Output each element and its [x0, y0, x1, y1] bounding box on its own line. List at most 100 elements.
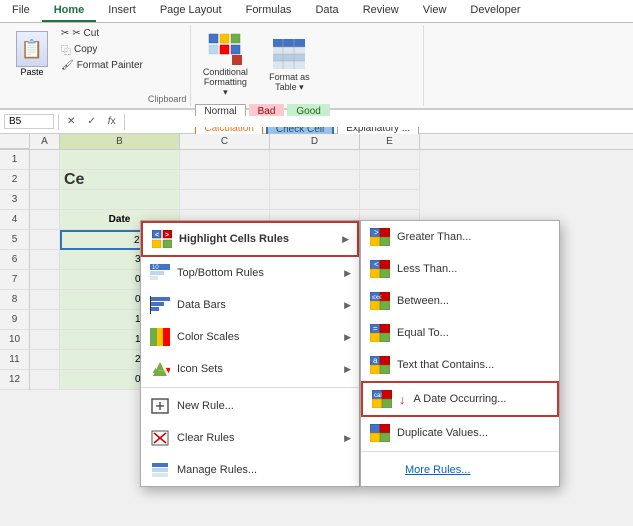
tab-page-layout[interactable]: Page Layout: [148, 0, 234, 22]
submenu-item-equal-to[interactable]: = Equal To...: [361, 317, 559, 349]
cell-a5[interactable]: [30, 230, 60, 250]
more-rules-placeholder-icon: [369, 459, 391, 481]
tab-home[interactable]: Home: [42, 0, 97, 22]
table-row: 1: [0, 150, 633, 170]
cell-d1[interactable]: [270, 150, 360, 170]
menu-item-top-bottom-rules[interactable]: 10 Top/Bottom Rules ▶: [141, 257, 359, 289]
color-scales-icon: [149, 326, 171, 348]
tab-formulas[interactable]: Formulas: [234, 0, 304, 22]
cell-e2[interactable]: [360, 170, 420, 190]
menu-item-data-bars[interactable]: Data Bars ▶: [141, 289, 359, 321]
svg-text:>: >: [374, 228, 379, 237]
manage-rules-label: Manage Rules...: [177, 464, 351, 476]
cell-a7[interactable]: [30, 270, 60, 290]
menu-item-new-rule[interactable]: New Rule...: [141, 390, 359, 422]
cell-e1[interactable]: [360, 150, 420, 170]
cell-a10[interactable]: [30, 330, 60, 350]
clipboard-group: 📋 Paste ✂ ✂ Cut ⿻ Copy 🖌 Format Painter …: [4, 25, 191, 106]
row-num: 12: [0, 370, 30, 390]
formula-input[interactable]: [129, 116, 629, 127]
confirm-formula-button[interactable]: ✓: [83, 116, 99, 127]
table-row: 2 Ce: [0, 170, 633, 190]
date-occurring-arrow-icon: ↓: [399, 392, 406, 407]
cell-a3[interactable]: [30, 190, 60, 210]
highlight-cells-rules-icon: < >: [151, 228, 173, 250]
tab-review[interactable]: Review: [351, 0, 411, 22]
insert-function-button[interactable]: fx: [104, 116, 120, 127]
cell-b2[interactable]: Ce: [60, 170, 180, 190]
row-num: 4: [0, 210, 30, 230]
tab-file[interactable]: File: [0, 0, 42, 22]
cut-button[interactable]: ✂ ✂ Cut: [58, 27, 146, 40]
copy-button[interactable]: ⿻ Copy: [58, 41, 146, 58]
greater-than-label: Greater Than...: [397, 231, 471, 243]
cell-reference-input[interactable]: [4, 114, 54, 129]
main-menu: < > Highlight Cells Rules ▶ 10: [140, 220, 360, 487]
format-as-table-button[interactable]: Format as Table ▾: [259, 32, 319, 97]
conditional-formatting-dropdown: < > Highlight Cells Rules ▶ 10: [140, 220, 360, 487]
submenu-item-between[interactable]: ≤x≤ Between...: [361, 285, 559, 317]
copy-icon: ⿻: [61, 42, 71, 57]
submenu-item-greater-than[interactable]: > Greater Than...: [361, 221, 559, 253]
svg-text:≤x≤: ≤x≤: [372, 295, 382, 301]
row-num: 3: [0, 190, 30, 210]
less-than-icon: <: [369, 258, 391, 280]
tab-data[interactable]: Data: [303, 0, 350, 22]
cell-d3[interactable]: [270, 190, 360, 210]
cell-c1[interactable]: [180, 150, 270, 170]
paste-button[interactable]: 📋 Paste: [8, 27, 56, 81]
submenu-item-text-contains[interactable]: a Text that Contains...: [361, 349, 559, 381]
cell-e3[interactable]: [360, 190, 420, 210]
format-as-table-label: Format as Table ▾: [266, 72, 312, 93]
col-header-b: B: [60, 134, 180, 149]
menu-item-icon-sets[interactable]: ▲ — ▼ Icon Sets ▶: [141, 353, 359, 385]
more-rules-label[interactable]: More Rules...: [397, 460, 478, 480]
menu-item-color-scales[interactable]: Color Scales ▶: [141, 321, 359, 353]
svg-text:<: <: [155, 232, 159, 239]
submenu-divider: [361, 451, 559, 452]
tab-view[interactable]: View: [411, 0, 459, 22]
menu-item-highlight-cells-rules[interactable]: < > Highlight Cells Rules ▶: [141, 221, 359, 257]
data-bars-arrow: ▶: [344, 300, 351, 311]
data-bars-label: Data Bars: [177, 299, 338, 311]
clipboard-sub: ✂ ✂ Cut ⿻ Copy 🖌 Format Painter: [58, 27, 146, 72]
cell-c2[interactable]: [180, 170, 270, 190]
clipboard-group-label: Clipboard: [148, 94, 187, 104]
cell-a8[interactable]: [30, 290, 60, 310]
cell-b3[interactable]: [60, 190, 180, 210]
cell-d2[interactable]: [270, 170, 360, 190]
duplicate-values-icon: [369, 422, 391, 444]
menu-item-clear-rules[interactable]: Clear Rules ▶: [141, 422, 359, 454]
manage-rules-icon: [149, 459, 171, 481]
color-scales-arrow: ▶: [344, 332, 351, 343]
format-painter-button[interactable]: 🖌 Format Painter: [58, 59, 146, 72]
tab-developer[interactable]: Developer: [458, 0, 532, 22]
submenu-item-date-occurring[interactable]: cal ↓ A Date Occurring...: [361, 381, 559, 417]
svg-text:>: >: [165, 232, 169, 239]
cell-c3[interactable]: [180, 190, 270, 210]
cell-a9[interactable]: [30, 310, 60, 330]
menu-item-manage-rules[interactable]: Manage Rules...: [141, 454, 359, 486]
submenu-item-duplicate-values[interactable]: Duplicate Values...: [361, 417, 559, 449]
cancel-formula-button[interactable]: ✕: [63, 116, 79, 127]
cell-a12[interactable]: [30, 370, 60, 390]
svg-text:a: a: [373, 356, 378, 365]
row-num: 11: [0, 350, 30, 370]
cell-a4[interactable]: [30, 210, 60, 230]
cell-a11[interactable]: [30, 350, 60, 370]
cell-a2[interactable]: [30, 170, 60, 190]
submenu-item-less-than[interactable]: < Less Than...: [361, 253, 559, 285]
conditional-formatting-button[interactable]: Conditional Formatting ▾: [195, 27, 255, 102]
column-headers: A B C D E: [0, 134, 633, 150]
tab-insert[interactable]: Insert: [96, 0, 148, 22]
cell-a6[interactable]: [30, 250, 60, 270]
submenu-item-more-rules[interactable]: More Rules...: [361, 454, 559, 486]
svg-text:<: <: [374, 260, 379, 269]
cell-a1[interactable]: [30, 150, 60, 170]
row-num-header: [0, 134, 30, 149]
copy-label: Copy: [74, 44, 97, 55]
cell-b1[interactable]: [60, 150, 180, 170]
table-row: 3: [0, 190, 633, 210]
equal-to-label: Equal To...: [397, 327, 449, 339]
svg-text:=: =: [373, 324, 378, 333]
